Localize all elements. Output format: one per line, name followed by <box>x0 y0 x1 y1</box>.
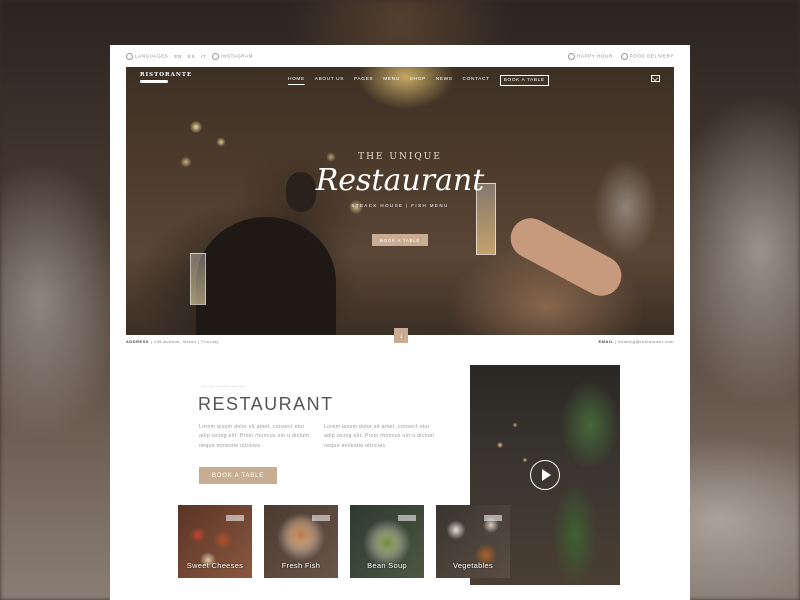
about-paragraph-1: Lorem ipsum dolor sit amet, consect etur… <box>199 424 310 449</box>
food-card-label: Bean Soup <box>367 561 407 570</box>
food-card-fresh-fish[interactable]: Fresh Fish <box>264 505 338 578</box>
champagne-glass-image <box>190 253 206 305</box>
hero-title: Restaurant <box>315 163 485 198</box>
main-nav: HOME ABOUT US PAGES MENU SHOP NEWS CONTA… <box>288 75 549 86</box>
nav-news[interactable]: NEWS <box>436 77 453 84</box>
site-logo[interactable]: RISTORANTE <box>140 72 192 83</box>
hero-photo-person <box>196 217 336 335</box>
lang-es[interactable]: ES <box>188 54 195 59</box>
instagram-link[interactable]: INSTAGRAM <box>212 53 253 60</box>
top-bar: LANGUAGES EN ES IT INSTAGRAM HAPPY HOUR … <box>110 45 690 67</box>
instagram-label: INSTAGRAM <box>221 53 254 59</box>
cocktail-icon <box>568 53 576 60</box>
food-card-label: Vegetables <box>452 561 494 570</box>
address-label: ADDRESS <box>126 339 150 344</box>
scroll-down-arrow-icon[interactable]: ↓ <box>394 328 408 343</box>
food-card-bean-soup[interactable]: Bean Soup <box>350 505 424 578</box>
nav-contact[interactable]: CONTACT <box>463 77 490 84</box>
hero-book-table-button[interactable]: BOOK A TABLE <box>372 234 428 246</box>
about-book-table-button[interactable]: BOOK A TABLE <box>199 467 277 484</box>
lang-it[interactable]: IT <box>201 54 206 59</box>
nav-menu[interactable]: MENU <box>383 77 400 84</box>
hero-photo-arm <box>503 211 629 303</box>
food-delivery-label: FOOD DELIVERY <box>629 53 674 59</box>
email-label: EMAIL <box>598 339 614 344</box>
address-info: ADDRESS | 145 Avenue, Miami ( Florida) <box>126 339 219 344</box>
nav-shop[interactable]: SHOP <box>410 77 426 84</box>
email-value: | booking@restaurant.com <box>615 339 674 344</box>
about-title: RESTAURANT <box>198 394 334 414</box>
card-price-tag <box>226 515 244 521</box>
food-card-label: Fresh Fish <box>281 561 321 570</box>
play-icon[interactable] <box>530 460 560 490</box>
card-price-tag <box>484 515 502 521</box>
happy-hour-label: HAPPY HOUR <box>577 53 613 59</box>
nav-home[interactable]: HOME <box>288 77 305 85</box>
website-page: LANGUAGES EN ES IT INSTAGRAM HAPPY HOUR … <box>110 45 690 600</box>
food-delivery-link[interactable]: FOOD DELIVERY <box>620 53 674 60</box>
nav-pages[interactable]: PAGES <box>354 77 373 84</box>
languages-label: LANGUAGES <box>135 53 169 59</box>
card-price-tag <box>398 515 416 521</box>
mail-icon[interactable] <box>651 75 660 82</box>
delivery-icon <box>620 53 628 60</box>
food-card-sweet-cheeses[interactable]: Sweet Cheeses <box>178 505 252 578</box>
languages-link[interactable]: LANGUAGES <box>126 53 168 60</box>
top-bar-right: HAPPY HOUR FOOD DELIVERY <box>568 53 674 60</box>
about-paragraph-2: Lorem ipsum dolor sit amet, consect etur… <box>324 424 435 449</box>
instagram-icon <box>212 53 220 60</box>
food-card-label: Sweet Cheeses <box>186 561 244 570</box>
signature-script-decoration: ~~~~~~ <box>200 382 246 392</box>
hero-subtitle: THE UNIQUE <box>358 152 442 162</box>
lang-en[interactable]: EN <box>174 54 181 59</box>
food-card-vegetables[interactable]: Vegetables <box>436 505 510 578</box>
card-price-tag <box>312 515 330 521</box>
address-value: | 145 Avenue, Miami ( Florida) <box>150 339 219 344</box>
top-bar-left: LANGUAGES EN ES IT INSTAGRAM <box>126 53 253 60</box>
happy-hour-link[interactable]: HAPPY HOUR <box>568 53 613 60</box>
nav-book-table-button[interactable]: BOOK A TABLE <box>499 75 549 86</box>
nav-about-us[interactable]: ABOUT US <box>315 77 344 84</box>
hero-tagline: STEACK HOUSE | FISH MENU <box>351 203 449 208</box>
globe-icon <box>126 53 133 60</box>
email-info: EMAIL | booking@restaurant.com <box>599 339 674 344</box>
logo-badge <box>140 80 168 83</box>
logo-text: RISTORANTE <box>140 72 193 78</box>
hero-section: RISTORANTE HOME ABOUT US PAGES MENU SHOP… <box>126 67 674 335</box>
